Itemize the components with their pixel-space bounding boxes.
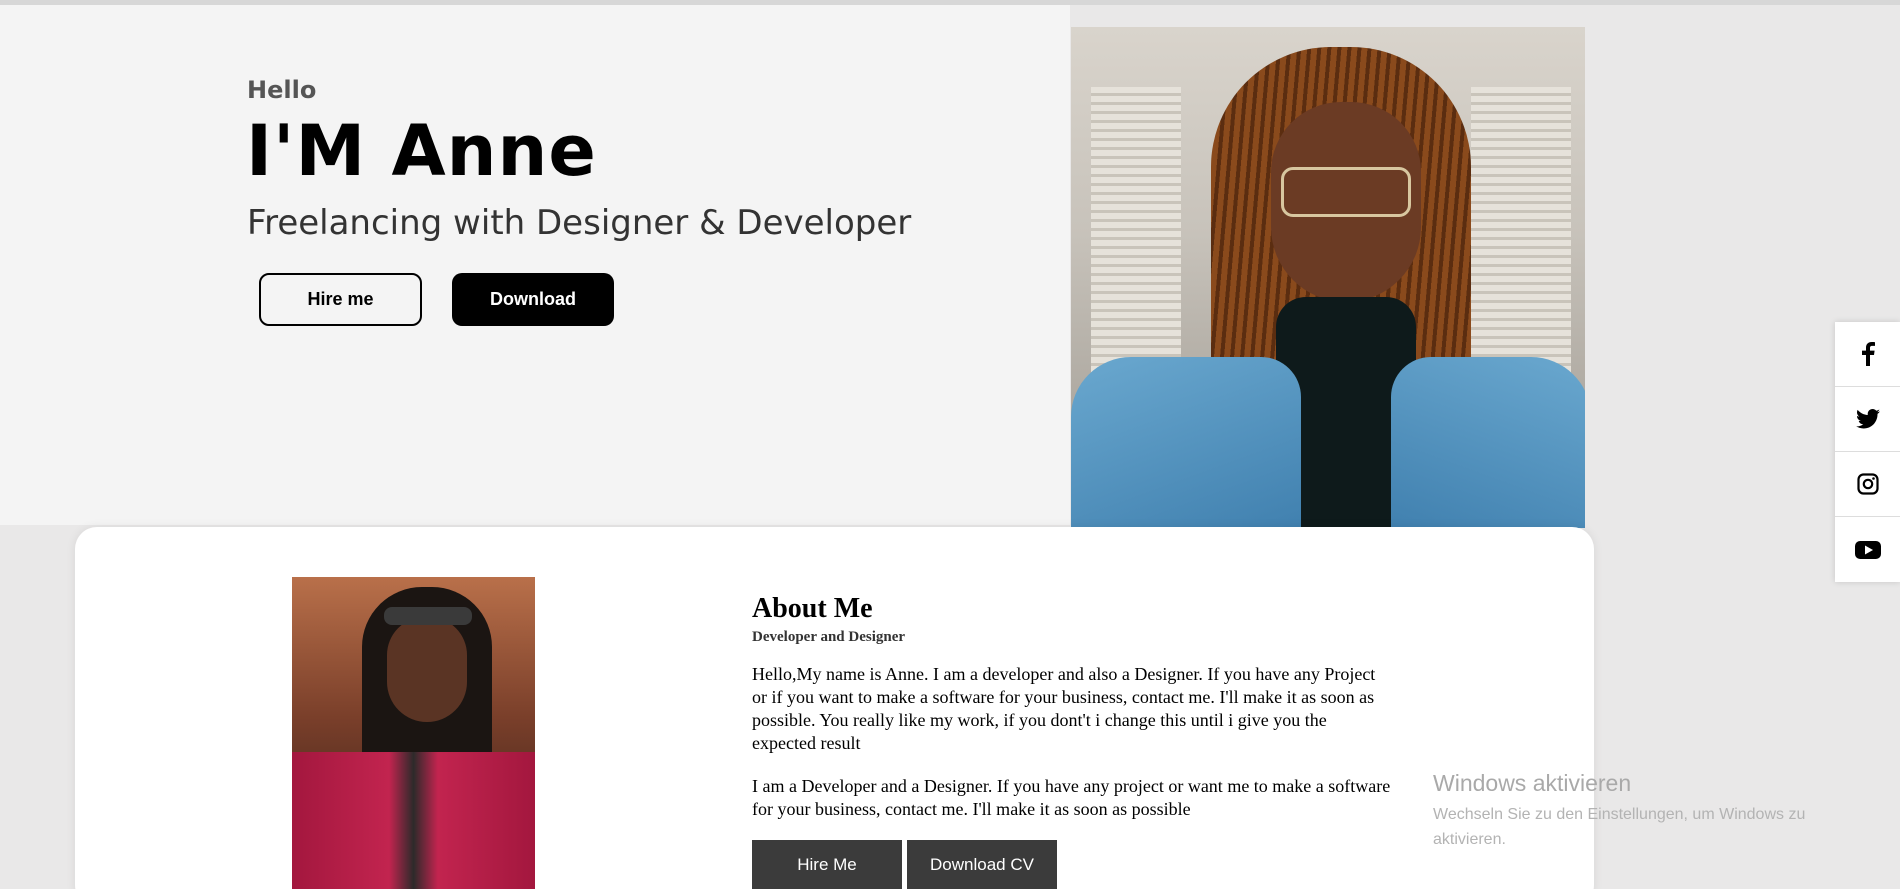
about-portrait-photo xyxy=(292,577,535,889)
instagram-link[interactable] xyxy=(1835,452,1900,517)
hero-name: I'M Anne xyxy=(246,110,597,192)
about-hire-me-button[interactable]: Hire Me xyxy=(752,840,902,889)
download-button[interactable]: Download xyxy=(452,273,614,326)
hero-tagline: Freelancing with Designer & Developer xyxy=(247,203,912,243)
hire-me-button[interactable]: Hire me xyxy=(259,273,422,326)
portrait-jacket-right xyxy=(1391,357,1585,528)
about-portrait-face xyxy=(387,617,467,722)
about-title: About Me xyxy=(752,593,873,624)
twitter-link[interactable] xyxy=(1835,387,1900,452)
hero-section xyxy=(0,5,1070,525)
portrait-jacket-left xyxy=(1071,357,1301,528)
youtube-link[interactable] xyxy=(1835,517,1900,582)
about-portrait-cardigan xyxy=(292,752,535,889)
about-subtitle: Developer and Designer xyxy=(752,629,906,645)
about-paragraph-1: Hello,My name is Anne. I am a developer … xyxy=(752,664,1376,753)
windows-activation-title: Windows aktivieren xyxy=(1433,770,1632,796)
about-paragraph-2: I am a Developer and a Designer. If you … xyxy=(752,776,1391,819)
youtube-icon xyxy=(1854,540,1881,559)
facebook-icon xyxy=(1861,342,1875,366)
facebook-link[interactable] xyxy=(1835,322,1900,387)
instagram-icon xyxy=(1856,473,1879,495)
windows-activation-subtitle: Wechseln Sie zu den Einstellungen, um Wi… xyxy=(1433,806,1806,848)
twitter-icon xyxy=(1855,409,1880,429)
download-cv-button[interactable]: Download CV xyxy=(907,840,1057,889)
about-portrait-headband xyxy=(384,607,472,625)
portrait-glasses xyxy=(1281,167,1411,217)
social-sidebar xyxy=(1835,322,1900,582)
hero-portrait-photo xyxy=(1071,27,1585,528)
hero-greeting: Hello xyxy=(247,76,317,104)
